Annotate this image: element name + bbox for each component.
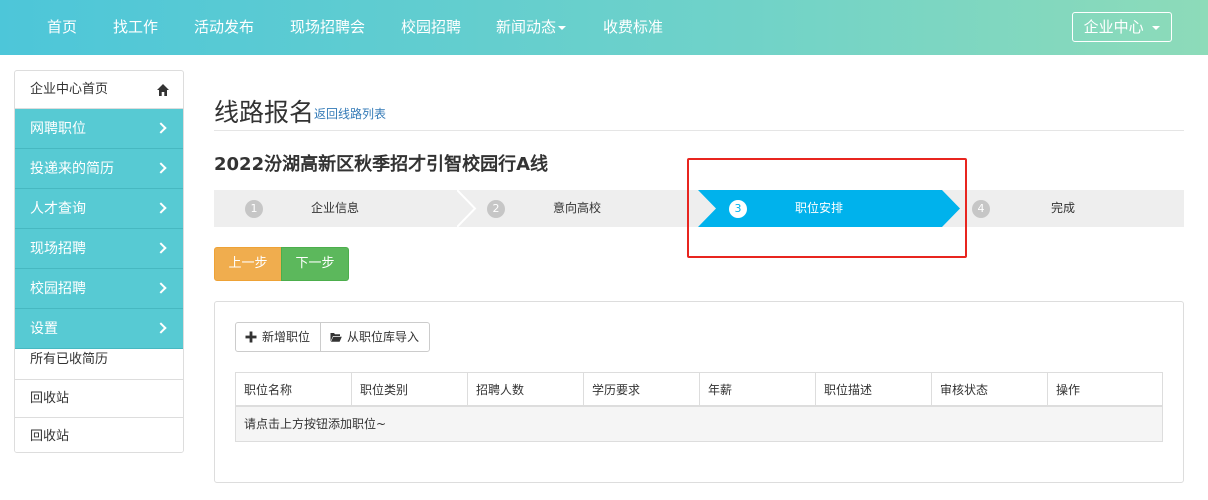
column-header-review-status: 审核状态 — [932, 373, 1048, 407]
next-step-button[interactable]: 下一步 — [281, 247, 349, 281]
sidebar-item-label: 网聘职位 — [30, 121, 86, 137]
column-header-description: 职位描述 — [816, 373, 932, 407]
column-header-salary: 年薪 — [700, 373, 816, 407]
nav-find-job[interactable]: 找工作 — [113, 0, 158, 55]
step-number: 4 — [972, 200, 990, 218]
sidebar-item-campus-recruit[interactable]: 校园招聘 — [15, 269, 183, 309]
column-header-position-name: 职位名称 — [236, 373, 352, 407]
step-company-info: 1 企业信息 — [214, 190, 476, 227]
chevron-right-icon — [155, 242, 167, 254]
home-icon — [157, 84, 169, 96]
sidebar-item-label: 现场招聘 — [30, 241, 86, 257]
caret-down-icon — [1152, 25, 1161, 30]
step-number: 1 — [245, 200, 263, 218]
sidebar-item-settings[interactable]: 设置 — [15, 309, 183, 349]
positions-table: 职位名称 职位类别 招聘人数 学历要求 年薪 职位描述 审核状态 操作 请点击上… — [235, 372, 1163, 442]
previous-step-button[interactable]: 上一步 — [214, 247, 282, 281]
nav-events[interactable]: 活动发布 — [194, 0, 254, 55]
nav-news[interactable]: 新闻动态 — [496, 0, 567, 55]
sidebar-item-label: 投递来的简历 — [30, 161, 114, 177]
nav-campus-recruit[interactable]: 校园招聘 — [401, 0, 461, 55]
sidebar-subitem-recycle-bin[interactable]: 回收站 — [15, 380, 183, 418]
sidebar-item-onsite-recruit[interactable]: 现场招聘 — [15, 229, 183, 269]
add-position-button[interactable]: 新增职位 — [235, 322, 321, 352]
import-position-label: 从职位库导入 — [347, 330, 420, 344]
chevron-right-icon — [155, 122, 167, 134]
page-title: 线路报名 — [214, 98, 315, 127]
import-from-library-button[interactable]: 从职位库导入 — [320, 322, 430, 352]
highlight-box — [687, 158, 967, 258]
sidebar-item-label: 设置 — [30, 321, 58, 337]
sidebar-item-online-jobs[interactable]: 网聘职位 — [15, 109, 183, 149]
top-navbar: 首页 找工作 活动发布 现场招聘会 校园招聘 新闻动态 收费标准 企业中心 — [0, 0, 1208, 55]
sidebar-subitem-recycle-bin-2[interactable]: 回收站 — [15, 418, 183, 452]
sidebar: 企业中心首页 网聘职位 投递来的简历 人才查询 现场招聘 校园招聘 设置 所有已… — [14, 70, 184, 453]
chevron-right-icon — [155, 322, 167, 334]
nav-home[interactable]: 首页 — [47, 0, 77, 55]
sidebar-subitem-all-resumes[interactable]: 所有已收简历 — [15, 349, 183, 380]
sidebar-item-label: 校园招聘 — [30, 281, 86, 297]
table-empty-row: 请点击上方按钮添加职位~ — [236, 407, 1162, 441]
column-header-actions: 操作 — [1056, 383, 1081, 397]
back-to-route-list-link[interactable]: 返回线路列表 — [314, 105, 386, 122]
sidebar-item-talent-search[interactable]: 人才查询 — [15, 189, 183, 229]
step-target-schools: 2 意向高校 — [476, 190, 698, 227]
enterprise-center-label: 企业中心 — [1083, 18, 1144, 36]
column-header-education: 学历要求 — [584, 373, 700, 407]
column-header-category: 职位类别 — [352, 373, 468, 407]
folder-open-icon — [330, 333, 342, 342]
nav-pricing[interactable]: 收费标准 — [603, 0, 663, 55]
nav-news-label: 新闻动态 — [496, 18, 557, 36]
chevron-right-icon — [155, 282, 167, 294]
step-number: 2 — [487, 200, 505, 218]
caret-down-icon — [558, 25, 567, 30]
add-position-label: 新增职位 — [262, 330, 311, 344]
step-label: 意向高校 — [553, 201, 602, 215]
column-header-headcount: 招聘人数 — [468, 373, 584, 407]
title-divider — [214, 130, 1184, 131]
sidebar-home-label: 企业中心首页 — [30, 82, 109, 97]
nav-job-fair[interactable]: 现场招聘会 — [290, 0, 365, 55]
table-header: 职位名称 职位类别 招聘人数 学历要求 年薪 职位描述 审核状态 操作 — [236, 373, 1162, 407]
chevron-right-icon — [155, 202, 167, 214]
sidebar-home[interactable]: 企业中心首页 — [15, 71, 183, 109]
step-complete: 4 完成 — [960, 190, 1184, 227]
sidebar-item-label: 人才查询 — [30, 201, 86, 217]
route-name: 2022汾湖高新区秋季招才引智校园行A线 — [214, 154, 549, 175]
step-label: 企业信息 — [311, 201, 360, 215]
enterprise-center-dropdown[interactable]: 企业中心 — [1072, 12, 1172, 42]
plus-icon — [245, 331, 257, 343]
step-label: 完成 — [1051, 201, 1076, 215]
sidebar-item-received-resumes[interactable]: 投递来的简历 — [15, 149, 183, 189]
chevron-right-icon — [155, 162, 167, 174]
step-separator — [457, 190, 477, 227]
